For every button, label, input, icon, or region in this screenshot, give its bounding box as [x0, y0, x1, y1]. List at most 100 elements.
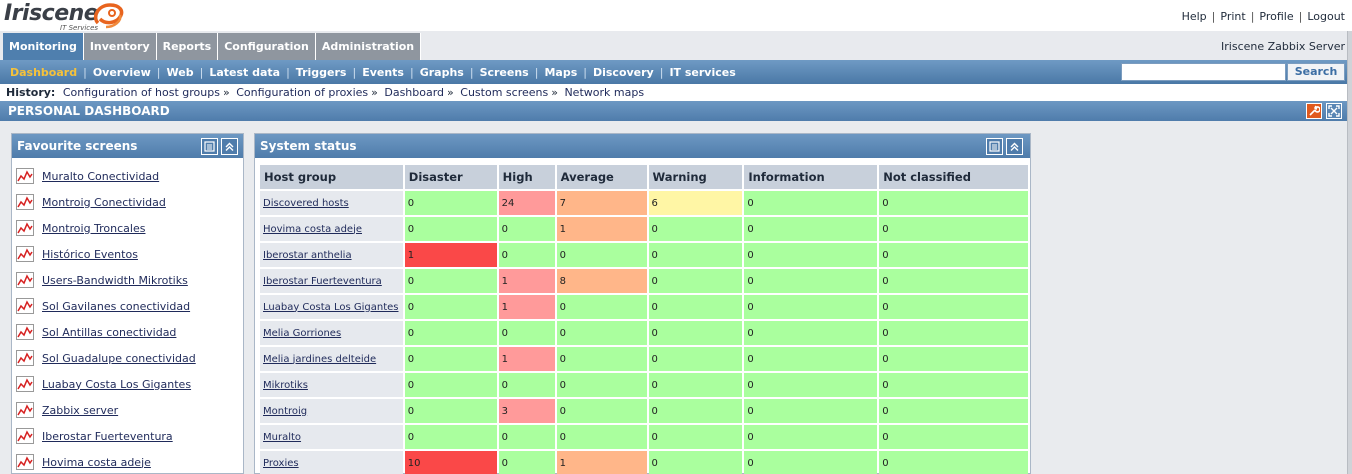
average-cell[interactable]: 7 [556, 191, 647, 215]
list-icon[interactable] [201, 138, 218, 155]
logout-link[interactable]: Logout [1307, 10, 1345, 23]
favourite-screen-link[interactable]: Sol Antillas conectividad [42, 326, 176, 339]
not-classified-cell[interactable]: 0 [879, 217, 1028, 241]
host-group-link[interactable]: Discovered hosts [263, 198, 349, 209]
information-cell[interactable]: 0 [744, 399, 878, 423]
information-cell[interactable]: 0 [744, 425, 878, 449]
list-icon[interactable] [986, 138, 1003, 155]
warning-cell[interactable]: 6 [648, 191, 743, 215]
history-item[interactable]: Dashboard [384, 86, 444, 99]
not-classified-cell[interactable]: 0 [879, 373, 1028, 397]
favourite-screen-link[interactable]: Muralto Conectividad [42, 170, 159, 183]
help-link[interactable]: Help [1182, 10, 1207, 23]
submenu-discovery[interactable]: Discovery [587, 66, 660, 79]
average-cell[interactable]: 0 [556, 399, 647, 423]
tab-inventory[interactable]: Inventory [83, 33, 157, 60]
warning-cell[interactable]: 0 [648, 269, 743, 293]
high-cell[interactable]: 0 [498, 243, 555, 267]
high-cell[interactable]: 0 [498, 373, 555, 397]
favourite-screen-link[interactable]: Histórico Eventos [42, 248, 138, 261]
host-group-link[interactable]: Proxies [263, 458, 299, 469]
host-group-link[interactable]: Hovima costa adeje [263, 224, 362, 235]
tab-administration[interactable]: Administration [315, 33, 422, 60]
warning-cell[interactable]: 0 [648, 217, 743, 241]
average-cell[interactable]: 0 [556, 321, 647, 345]
disaster-cell[interactable]: 0 [404, 217, 497, 241]
average-cell[interactable]: 0 [556, 373, 647, 397]
information-cell[interactable]: 0 [744, 347, 878, 371]
submenu-latest-data[interactable]: Latest data [203, 66, 286, 79]
submenu-events[interactable]: Events [356, 66, 410, 79]
favourite-screen-link[interactable]: Iberostar Fuerteventura [42, 430, 173, 443]
not-classified-cell[interactable]: 0 [879, 243, 1028, 267]
high-cell[interactable]: 0 [498, 217, 555, 241]
average-cell[interactable]: 0 [556, 243, 647, 267]
submenu-triggers[interactable]: Triggers [290, 66, 353, 79]
favourite-screen-link[interactable]: Sol Gavilanes conectividad [42, 300, 190, 313]
not-classified-cell[interactable]: 0 [879, 321, 1028, 345]
submenu-overview[interactable]: Overview [87, 66, 157, 79]
favourite-screen-link[interactable]: Zabbix server [42, 404, 118, 417]
average-cell[interactable]: 0 [556, 425, 647, 449]
disaster-cell[interactable]: 0 [404, 399, 497, 423]
warning-cell[interactable]: 0 [648, 373, 743, 397]
host-group-link[interactable]: Muralto [263, 432, 301, 443]
not-classified-cell[interactable]: 0 [879, 269, 1028, 293]
information-cell[interactable]: 0 [744, 217, 878, 241]
not-classified-cell[interactable]: 0 [879, 451, 1028, 474]
average-cell[interactable]: 0 [556, 295, 647, 319]
disaster-cell[interactable]: 0 [404, 425, 497, 449]
history-item[interactable]: Configuration of proxies [236, 86, 368, 99]
profile-link[interactable]: Profile [1259, 10, 1293, 23]
information-cell[interactable]: 0 [744, 373, 878, 397]
search-button[interactable]: Search [1287, 63, 1345, 81]
information-cell[interactable]: 0 [744, 243, 878, 267]
information-cell[interactable]: 0 [744, 269, 878, 293]
tab-configuration[interactable]: Configuration [218, 33, 316, 60]
information-cell[interactable]: 0 [744, 451, 878, 474]
not-classified-cell[interactable]: 0 [879, 347, 1028, 371]
wrench-icon[interactable] [1306, 103, 1322, 119]
favourite-screen-link[interactable]: Sol Guadalupe conectividad [42, 352, 196, 365]
host-group-link[interactable]: Montroig [263, 406, 307, 417]
warning-cell[interactable]: 0 [648, 243, 743, 267]
not-classified-cell[interactable]: 0 [879, 191, 1028, 215]
disaster-cell[interactable]: 1 [404, 243, 497, 267]
warning-cell[interactable]: 0 [648, 451, 743, 474]
history-item[interactable]: Custom screens [460, 86, 548, 99]
not-classified-cell[interactable]: 0 [879, 295, 1028, 319]
disaster-cell[interactable]: 0 [404, 373, 497, 397]
average-cell[interactable]: 1 [556, 451, 647, 474]
disaster-cell[interactable]: 0 [404, 269, 497, 293]
tab-monitoring[interactable]: Monitoring [3, 33, 84, 60]
favourite-screen-link[interactable]: Montroig Conectividad [42, 196, 166, 209]
average-cell[interactable]: 1 [556, 217, 647, 241]
favourite-screen-link[interactable]: Luabay Costa Los Gigantes [42, 378, 191, 391]
submenu-graphs[interactable]: Graphs [414, 66, 470, 79]
submenu-it-services[interactable]: IT services [663, 66, 741, 79]
host-group-link[interactable]: Luabay Costa Los Gigantes [263, 302, 399, 313]
information-cell[interactable]: 0 [744, 191, 878, 215]
host-group-link[interactable]: Melia jardines delteide [263, 354, 376, 365]
high-cell[interactable]: 0 [498, 321, 555, 345]
warning-cell[interactable]: 0 [648, 399, 743, 423]
host-group-link[interactable]: Mikrotiks [263, 380, 308, 391]
warning-cell[interactable]: 0 [648, 425, 743, 449]
tab-reports[interactable]: Reports [156, 33, 219, 60]
high-cell[interactable]: 0 [498, 451, 555, 474]
history-item[interactable]: Network maps [564, 86, 644, 99]
high-cell[interactable]: 1 [498, 295, 555, 319]
average-cell[interactable]: 8 [556, 269, 647, 293]
high-cell[interactable]: 1 [498, 347, 555, 371]
collapse-icon[interactable] [221, 138, 238, 155]
favourite-screen-link[interactable]: Hovima costa adeje [42, 456, 151, 469]
print-link[interactable]: Print [1220, 10, 1245, 23]
history-item[interactable]: Configuration of host groups [63, 86, 220, 99]
host-group-link[interactable]: Iberostar Fuerteventura [263, 276, 382, 287]
warning-cell[interactable]: 0 [648, 295, 743, 319]
high-cell[interactable]: 1 [498, 269, 555, 293]
disaster-cell[interactable]: 0 [404, 191, 497, 215]
submenu-dashboard[interactable]: Dashboard [4, 66, 83, 79]
not-classified-cell[interactable]: 0 [879, 425, 1028, 449]
high-cell[interactable]: 24 [498, 191, 555, 215]
